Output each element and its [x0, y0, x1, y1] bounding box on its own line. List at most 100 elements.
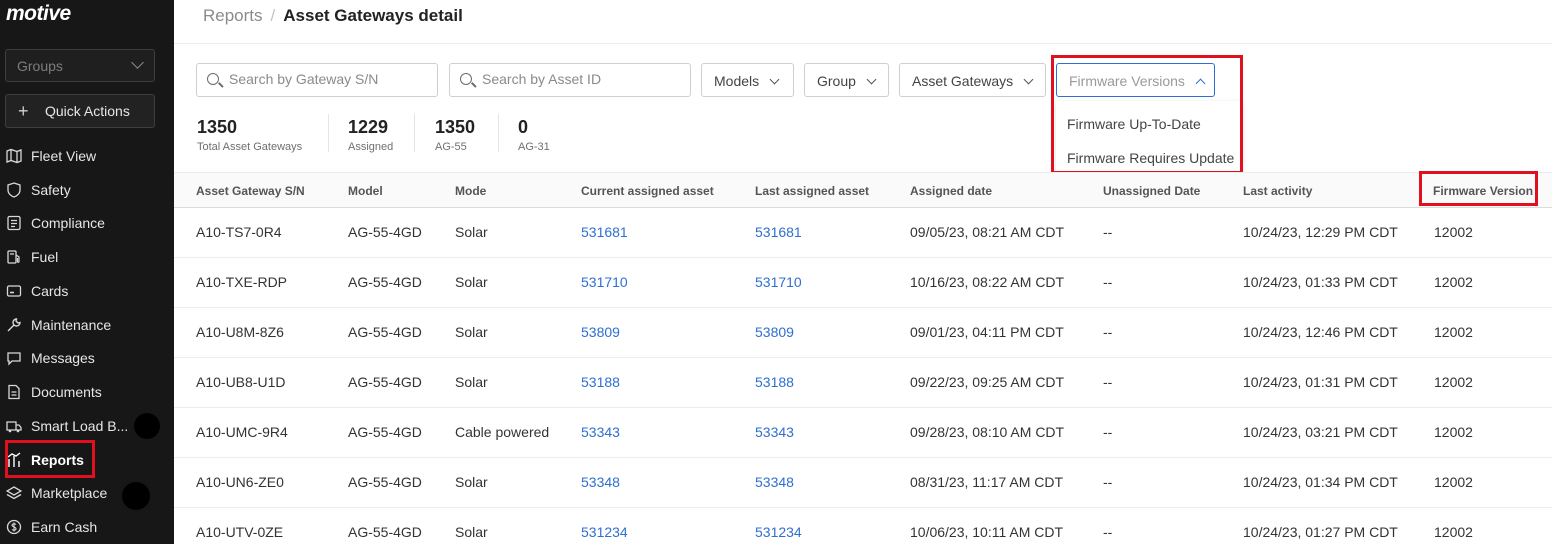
stat-total-asset-gateways: 1350 Total Asset Gateways — [197, 117, 302, 153]
cell-gateway-sn: A10-U8M-8Z6 — [196, 324, 284, 340]
chevron-down-icon — [866, 74, 877, 85]
sidebar-item-safety[interactable]: Safety — [0, 175, 174, 205]
cell-current-asset[interactable]: 53188 — [581, 374, 620, 390]
cell-firmware-version: 12002 — [1434, 324, 1473, 340]
cell-last-activity: 10/24/23, 01:34 PM CDT — [1243, 474, 1398, 490]
chevron-down-icon — [1023, 74, 1034, 85]
sidebar-item-earn-cash[interactable]: Earn Cash — [0, 512, 174, 542]
search-asset-field[interactable] — [449, 63, 691, 97]
cell-current-asset[interactable]: 531681 — [581, 224, 628, 240]
cell-firmware-version: 12002 — [1434, 274, 1473, 290]
stat-assigned: 1229 Assigned — [348, 117, 393, 153]
shield-icon — [7, 182, 21, 198]
column-header-gateway-sn[interactable]: Asset Gateway S/N — [196, 184, 305, 198]
table-row[interactable]: A10-UN6-ZE0 AG-55-4GD Solar 53348 53348 08/31… — [174, 458, 1552, 508]
stat-value: 1350 — [197, 117, 238, 137]
cell-gateway-sn: A10-UMC-9R4 — [196, 424, 288, 440]
cell-mode: Solar — [455, 224, 488, 240]
motive-logo[interactable]: motive — [6, 2, 71, 26]
sidebar-item-label: Messages — [31, 350, 95, 366]
cell-mode: Solar — [455, 524, 488, 540]
cell-assigned-date: 10/06/23, 10:11 AM CDT — [910, 524, 1064, 540]
stat-ag-55: 1350 AG-55 — [435, 117, 475, 153]
sidebar-item-label: Marketplace — [31, 485, 108, 501]
search-asset-input[interactable] — [482, 71, 682, 87]
cell-last-asset[interactable]: 531234 — [755, 524, 802, 540]
sidebar-item-cards[interactable]: Cards — [0, 276, 174, 306]
sidebar-item-documents[interactable]: Documents — [0, 377, 174, 407]
cell-unassigned-date: -- — [1103, 324, 1113, 340]
table-row[interactable]: A10-U8M-8Z6 AG-55-4GD Solar 53809 53809 09/01… — [174, 308, 1552, 358]
sidebar-item-label: Earn Cash — [31, 519, 98, 535]
app: motive Groups + Quick Actions Fleet View… — [0, 0, 1552, 544]
groups-placeholder: Groups — [17, 58, 63, 74]
page-title: Asset Gateways detail — [283, 6, 463, 25]
cell-assigned-date: 10/16/23, 08:22 AM CDT — [910, 274, 1065, 290]
cell-current-asset[interactable]: 53348 — [581, 474, 620, 490]
asset-gateways-dropdown[interactable]: Asset Gateways — [899, 63, 1046, 97]
column-header-model[interactable]: Model — [348, 184, 383, 198]
column-header-assigned-date[interactable]: Assigned date — [910, 184, 992, 198]
sidebar-item-fuel[interactable]: Fuel — [0, 242, 174, 272]
cell-last-asset[interactable]: 53343 — [755, 424, 794, 440]
chevron-down-icon — [131, 56, 144, 69]
column-header-last-asset[interactable]: Last assigned asset — [755, 184, 869, 198]
quick-actions-button[interactable]: + Quick Actions — [5, 94, 155, 128]
cell-current-asset[interactable]: 531234 — [581, 524, 628, 540]
cell-last-asset[interactable]: 53188 — [755, 374, 794, 390]
cell-last-activity: 10/24/23, 03:21 PM CDT — [1243, 424, 1398, 440]
cell-last-asset[interactable]: 53809 — [755, 324, 794, 340]
cell-last-activity: 10/24/23, 12:29 PM CDT — [1243, 224, 1398, 240]
column-header-current-asset[interactable]: Current assigned asset — [581, 184, 714, 198]
cell-model: AG-55-4GD — [348, 374, 422, 390]
column-header-mode[interactable]: Mode — [455, 184, 486, 198]
cell-gateway-sn: A10-UTV-0ZE — [196, 524, 284, 540]
stat-caption: Assigned — [348, 141, 394, 153]
sidebar-item-compliance[interactable]: Compliance — [0, 208, 174, 238]
sidebar-item-fleet-view[interactable]: Fleet View — [0, 141, 174, 171]
notification-dot — [122, 482, 150, 510]
group-label: Group — [817, 73, 856, 89]
layers-icon — [6, 486, 22, 500]
sidebar-item-messages[interactable]: Messages — [0, 343, 174, 373]
cell-assigned-date: 09/28/23, 08:10 AM CDT — [910, 424, 1065, 440]
search-gateway-field[interactable] — [196, 63, 438, 97]
sidebar-item-label: Cards — [31, 283, 69, 299]
card-icon — [6, 285, 22, 297]
cell-last-activity: 10/24/23, 01:31 PM CDT — [1243, 374, 1398, 390]
cell-model: AG-55-4GD — [348, 324, 422, 340]
cell-model: AG-55-4GD — [348, 474, 422, 490]
cell-last-asset[interactable]: 53348 — [755, 474, 794, 490]
groups-select[interactable]: Groups — [5, 49, 155, 82]
cell-model: AG-55-4GD — [348, 424, 422, 440]
cell-firmware-version: 12002 — [1434, 424, 1473, 440]
breadcrumb-reports[interactable]: Reports — [203, 6, 263, 25]
table-row[interactable]: A10-UMC-9R4 AG-55-4GD Cable powered 53343 53… — [174, 408, 1552, 458]
cell-model: AG-55-4GD — [348, 224, 422, 240]
cell-current-asset[interactable]: 53343 — [581, 424, 620, 440]
table-row[interactable]: A10-TS7-0R4 AG-55-4GD Solar 531681 531681 09/… — [174, 208, 1552, 258]
sidebar-item-label: Compliance — [31, 215, 105, 231]
search-gateway-input[interactable] — [229, 71, 429, 87]
table-row[interactable]: A10-UTV-0ZE AG-55-4GD Solar 531234 531234 10/… — [174, 508, 1552, 544]
stat-divider — [498, 114, 499, 152]
group-dropdown[interactable]: Group — [804, 63, 889, 97]
sidebar-item-label: Smart Load B... — [31, 418, 129, 434]
cell-current-asset[interactable]: 53809 — [581, 324, 620, 340]
stat-divider — [414, 114, 415, 152]
column-header-last-activity[interactable]: Last activity — [1243, 184, 1312, 198]
table-row[interactable]: A10-TXE-RDP AG-55-4GD Solar 531710 531710 10/… — [174, 258, 1552, 308]
cell-last-asset[interactable]: 531710 — [755, 274, 802, 290]
cell-gateway-sn: A10-TS7-0R4 — [196, 224, 282, 240]
stat-value: 1229 — [348, 117, 389, 137]
models-label: Models — [714, 73, 760, 89]
cell-last-asset[interactable]: 531681 — [755, 224, 802, 240]
cell-assigned-date: 09/01/23, 04:11 PM CDT — [910, 324, 1064, 340]
reports-highlight-box — [5, 440, 95, 478]
cell-current-asset[interactable]: 531710 — [581, 274, 628, 290]
models-dropdown[interactable]: Models — [701, 63, 794, 97]
column-header-unassigned-date[interactable]: Unassigned Date — [1103, 184, 1200, 198]
table-row[interactable]: A10-UB8-U1D AG-55-4GD Solar 53188 53188 09/22… — [174, 358, 1552, 408]
stat-caption: Total Asset Gateways — [197, 141, 303, 153]
sidebar-item-maintenance[interactable]: Maintenance — [0, 310, 174, 340]
